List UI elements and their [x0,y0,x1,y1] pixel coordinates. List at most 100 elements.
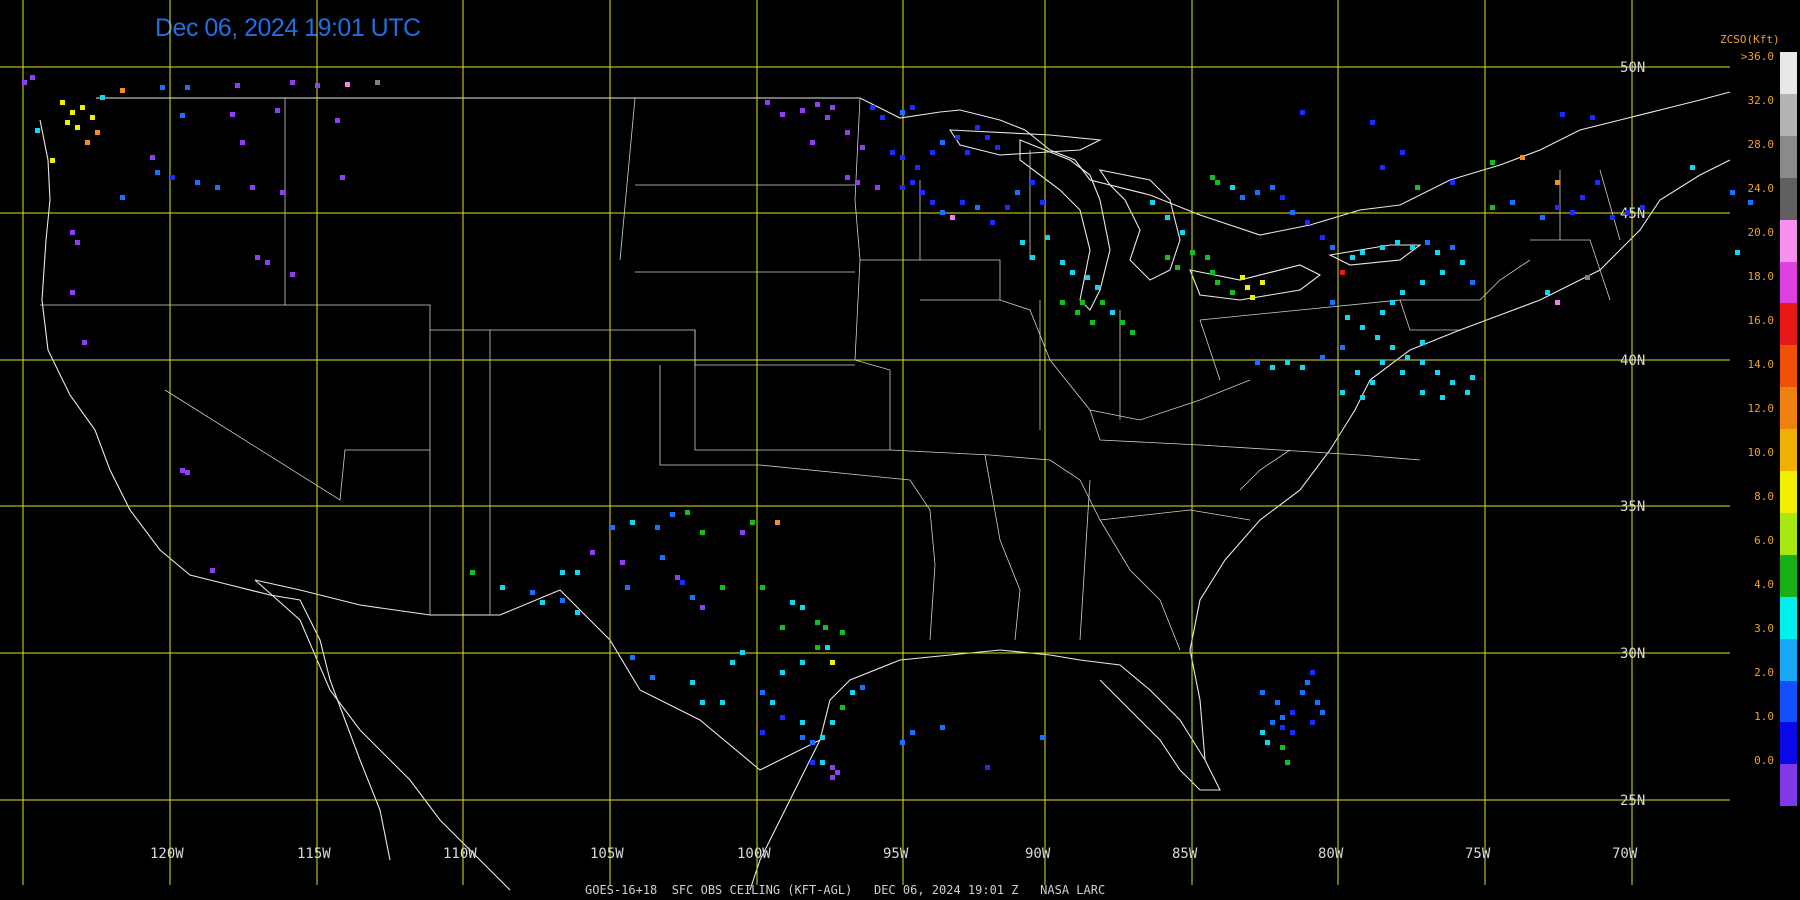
station-marker [275,108,280,113]
legend-swatch [1780,554,1797,597]
station-marker [1320,235,1325,240]
station-marker [1360,325,1365,330]
station-marker [810,740,815,745]
station-marker [1690,165,1695,170]
station-marker [1265,740,1270,745]
station-marker [1380,310,1385,315]
station-marker [1230,185,1235,190]
legend-swatch [1780,261,1797,304]
station-marker [770,700,775,705]
station-marker [830,105,835,110]
station-marker [700,700,705,705]
station-marker [1270,365,1275,370]
station-marker [85,140,90,145]
station-marker [30,75,35,80]
station-marker [1425,240,1430,245]
state-borders [40,97,1621,651]
station-marker [1420,390,1425,395]
station-marker [860,145,865,150]
station-marker [1280,715,1285,720]
lat-label: 35N [1620,499,1645,515]
station-marker [1410,245,1415,250]
station-marker [82,340,87,345]
station-marker [630,655,635,660]
station-marker [1415,185,1420,190]
station-marker [815,645,820,650]
station-marker [1470,280,1475,285]
station-marker [940,725,945,730]
station-marker [155,170,160,175]
station-marker [1150,200,1155,205]
station-marker [685,510,690,515]
station-marker [1390,300,1395,305]
station-marker [1595,180,1600,185]
station-marker [630,520,635,525]
station-marker [1045,235,1050,240]
station-marker [1205,255,1210,260]
station-marker [680,580,685,585]
lon-label: 70W [1612,846,1638,862]
station-marker [1375,335,1380,340]
station-marker [995,145,1000,150]
station-marker [1095,285,1100,290]
station-marker [860,685,865,690]
station-markers [22,75,1753,780]
station-marker [375,80,380,85]
station-marker [185,470,190,475]
station-marker [780,670,785,675]
legend-swatch [1780,93,1797,136]
legend-label: 4.0 [1754,578,1774,591]
station-marker [1510,200,1515,205]
station-marker [1465,390,1470,395]
station-marker [1280,745,1285,750]
station-marker [75,240,80,245]
station-marker [740,530,745,535]
station-marker [830,765,835,770]
station-marker [1180,230,1185,235]
station-marker [1300,110,1305,115]
station-marker [1470,375,1475,380]
station-marker [560,598,565,603]
station-marker [1420,280,1425,285]
station-marker [760,730,765,735]
station-marker [975,205,980,210]
station-marker [1340,345,1345,350]
station-marker [1400,150,1405,155]
station-marker [800,735,805,740]
lat-label: 40N [1620,353,1645,369]
station-marker [1330,300,1335,305]
station-marker [765,100,770,105]
station-marker [1175,265,1180,270]
legend: ZCSO(Kft) >36.0 32.0 28.0 24.0 20.0 18.0 16.0… [1720,33,1798,807]
station-marker [1060,300,1065,305]
legend-swatch [1780,387,1797,430]
station-marker [1490,160,1495,165]
station-marker [1340,390,1345,395]
station-marker [740,650,745,655]
conus-map: 50N45N40N35N30N25N120W 115W 110W 105W 100W 95… [0,0,1753,891]
station-marker [230,112,235,117]
station-marker [1210,270,1215,275]
station-marker [800,108,805,113]
station-marker [1340,270,1345,275]
station-marker [1190,250,1195,255]
station-marker [815,620,820,625]
station-marker [1030,255,1035,260]
station-marker [560,570,565,575]
station-marker [1285,360,1290,365]
station-marker [540,600,545,605]
station-marker [850,690,855,695]
station-marker [1030,180,1035,185]
station-marker [50,158,55,163]
station-marker [1435,250,1440,255]
legend-title: ZCSO(Kft) [1720,33,1780,46]
station-marker [930,200,935,205]
station-marker [1300,365,1305,370]
station-marker [575,610,580,615]
station-marker [760,690,765,695]
station-marker [610,525,615,530]
station-marker [235,83,240,88]
station-marker [1310,720,1315,725]
station-marker [1450,180,1455,185]
station-marker [800,720,805,725]
